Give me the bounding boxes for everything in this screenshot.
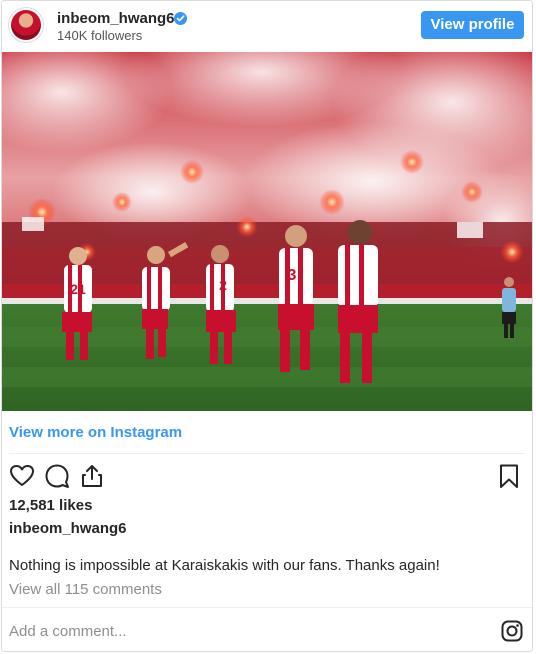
instagram-embed-card: inbeom_hwang6 140K followers View profil… xyxy=(1,0,533,652)
jersey-number: 21 xyxy=(70,281,86,297)
share-icon[interactable] xyxy=(79,463,105,489)
post-header: inbeom_hwang6 140K followers View profil… xyxy=(2,1,532,51)
follower-count: 140K followers xyxy=(57,28,143,43)
instagram-icon[interactable] xyxy=(501,620,523,642)
heart-icon[interactable] xyxy=(9,463,35,489)
bookmark-icon[interactable] xyxy=(496,463,522,489)
divider xyxy=(2,607,532,608)
jersey-number: 3 xyxy=(288,267,297,284)
like-count: 12,581 likes xyxy=(9,497,93,514)
divider xyxy=(9,453,525,454)
action-bar xyxy=(2,459,532,493)
comment-icon[interactable] xyxy=(44,463,70,489)
view-all-comments-link[interactable]: View all 115 comments xyxy=(9,581,162,598)
avatar[interactable] xyxy=(9,8,43,42)
post-photo[interactable]: 21 2 3 xyxy=(2,52,532,411)
view-profile-button[interactable]: View profile xyxy=(421,11,524,39)
verified-badge-icon xyxy=(174,12,187,25)
post-caption: Nothing is impossible at Karaiskakis wit… xyxy=(9,557,440,574)
header-username[interactable]: inbeom_hwang6 xyxy=(57,10,175,27)
jersey-number: 2 xyxy=(219,277,227,293)
post-owner-username[interactable]: inbeom_hwang6 xyxy=(9,520,127,537)
add-comment-input[interactable]: Add a comment... xyxy=(9,623,127,640)
view-more-on-instagram-link[interactable]: View more on Instagram xyxy=(9,424,182,441)
